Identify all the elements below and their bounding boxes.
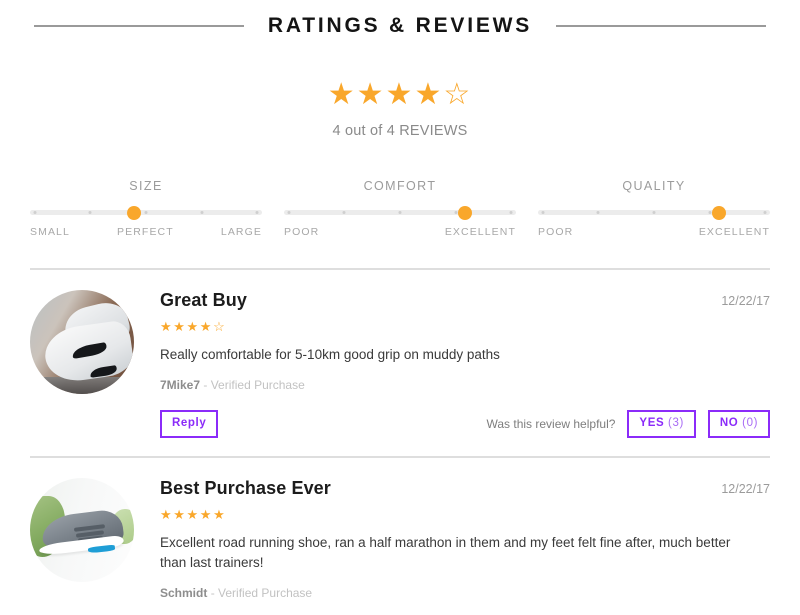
verified-purchase-badge: Verified Purchase xyxy=(218,586,313,601)
star-filled-icon: ★ xyxy=(160,506,174,522)
attribute-label-quality: QUALITY xyxy=(622,179,686,193)
slider-tick xyxy=(763,211,767,214)
byline-separator: - xyxy=(210,586,215,601)
review-date: 12/22/17 xyxy=(721,294,770,308)
review-text: Excellent road running shoe, ran a half … xyxy=(160,534,731,570)
slider-tick xyxy=(255,211,259,214)
page-title: RATINGS & REVIEWS xyxy=(267,14,533,37)
scale-label-mid: PERFECT xyxy=(117,226,174,238)
slider-tick xyxy=(33,211,37,214)
yes-label: YES xyxy=(639,417,665,430)
attribute-slider-comfort[interactable] xyxy=(284,205,516,220)
review-title: Great Buy xyxy=(160,290,247,310)
helpful-question: Was this review helpful? xyxy=(486,417,616,431)
slider-tick xyxy=(541,211,545,214)
review-header: Best Purchase Ever 12/22/17 xyxy=(160,478,770,499)
star-filled-icon: ★ xyxy=(173,319,187,334)
slider-knob-size[interactable] xyxy=(127,205,142,220)
avatar xyxy=(30,290,134,394)
review-byline: Schmidt - Verified Purchase xyxy=(160,586,770,600)
slider-tick xyxy=(596,211,600,214)
slider-tick xyxy=(200,211,204,214)
heading-rule-right xyxy=(556,25,767,27)
star-filled-icon: ★ xyxy=(186,319,200,334)
star-filled-icon: ★ xyxy=(173,506,187,522)
review-item: Great Buy 12/22/17 ★★★★☆ Really comforta… xyxy=(30,270,770,456)
attribute-ratings: SIZE SMALL PERFECT LARGE COMFORT POOR EX xyxy=(0,179,800,238)
star-empty-icon: ☆ xyxy=(213,319,227,334)
overall-star-rating: ★★★★☆ xyxy=(0,80,800,110)
attribute-scale-quality: POOR EXCELLENT xyxy=(538,226,770,238)
byline-separator: - xyxy=(203,378,208,393)
star-filled-icon: ★ xyxy=(385,78,415,111)
slider-tick xyxy=(88,211,92,214)
review-count-label: 4 out of 4 REVIEWS xyxy=(332,123,468,139)
review-byline: 7Mike7 - Verified Purchase xyxy=(160,378,770,392)
attribute-slider-quality[interactable] xyxy=(538,205,770,220)
scale-label-low: SMALL xyxy=(30,226,70,238)
star-filled-icon: ★ xyxy=(199,319,214,334)
helpful-yes-button[interactable]: YES (3) xyxy=(627,410,696,438)
verified-purchase-badge: Verified Purchase xyxy=(210,378,305,393)
helpful-no-button[interactable]: NO (0) xyxy=(707,410,770,438)
scale-label-high: EXCELLENT xyxy=(698,226,770,238)
scale-label-low: POOR xyxy=(284,226,320,238)
scale-label-high: EXCELLENT xyxy=(444,226,516,238)
review-star-rating: ★★★★★ xyxy=(160,508,770,521)
review-title: Best Purchase Ever xyxy=(160,477,331,498)
helpful-widget: Was this review helpful? YES (3) NO (0) xyxy=(486,410,770,438)
section-header: RATINGS & REVIEWS xyxy=(0,0,800,38)
avatar xyxy=(30,477,134,582)
review-item: Best Purchase Ever 12/22/17 ★★★★★ Excell… xyxy=(30,458,770,601)
star-filled-icon: ★ xyxy=(213,506,227,522)
slider-knob-quality[interactable] xyxy=(711,205,726,220)
slider-tick xyxy=(708,211,712,214)
scale-label-high: LARGE xyxy=(220,226,262,238)
review-author: Schmidt xyxy=(160,586,208,601)
star-filled-icon: ★ xyxy=(327,78,357,111)
attribute-quality: QUALITY POOR EXCELLENT xyxy=(538,179,770,238)
star-filled-icon: ★ xyxy=(199,506,214,522)
scale-label-low: POOR xyxy=(538,226,574,238)
attribute-scale-comfort: POOR EXCELLENT xyxy=(284,226,516,238)
heading-rule-left xyxy=(33,25,244,27)
rating-summary: ★★★★☆ 4 out of 4 REVIEWS xyxy=(0,80,800,140)
review-star-rating: ★★★★☆ xyxy=(160,320,770,333)
review-date: 12/22/17 xyxy=(721,481,770,496)
slider-tick xyxy=(144,211,148,214)
slider-tick xyxy=(454,211,458,214)
slider-tick xyxy=(652,211,656,214)
slider-tick xyxy=(287,211,291,214)
star-filled-icon: ★ xyxy=(356,78,386,111)
attribute-label-size: SIZE xyxy=(129,179,163,193)
review-text: Really comfortable for 5-10km good grip … xyxy=(160,347,500,362)
star-filled-icon: ★ xyxy=(414,78,444,111)
review-body: Great Buy 12/22/17 ★★★★☆ Really comforta… xyxy=(134,290,770,456)
slider-tick xyxy=(398,211,402,214)
attribute-size: SIZE SMALL PERFECT LARGE xyxy=(30,179,262,238)
slider-knob-comfort[interactable] xyxy=(457,205,472,220)
attribute-label-comfort: COMFORT xyxy=(363,179,437,193)
review-actions: Reply Was this review helpful? YES (3) N… xyxy=(160,410,770,456)
review-author: 7Mike7 xyxy=(160,378,201,393)
no-label: NO xyxy=(719,417,739,430)
slider-tick xyxy=(342,211,346,214)
star-filled-icon: ★ xyxy=(186,506,200,522)
star-filled-icon: ★ xyxy=(160,319,174,334)
no-count: (0) xyxy=(742,417,758,430)
review-header: Great Buy 12/22/17 xyxy=(160,290,770,311)
slider-tick xyxy=(509,211,513,214)
star-empty-icon: ☆ xyxy=(443,78,473,111)
review-body: Best Purchase Ever 12/22/17 ★★★★★ Excell… xyxy=(134,478,770,601)
review-list: Great Buy 12/22/17 ★★★★☆ Really comforta… xyxy=(0,268,800,600)
attribute-scale-size: SMALL PERFECT LARGE xyxy=(30,226,262,238)
attribute-comfort: COMFORT POOR EXCELLENT xyxy=(284,179,516,238)
attribute-slider-size[interactable] xyxy=(30,205,262,220)
reply-button[interactable]: Reply xyxy=(160,410,219,438)
yes-count: (3) xyxy=(668,417,684,430)
